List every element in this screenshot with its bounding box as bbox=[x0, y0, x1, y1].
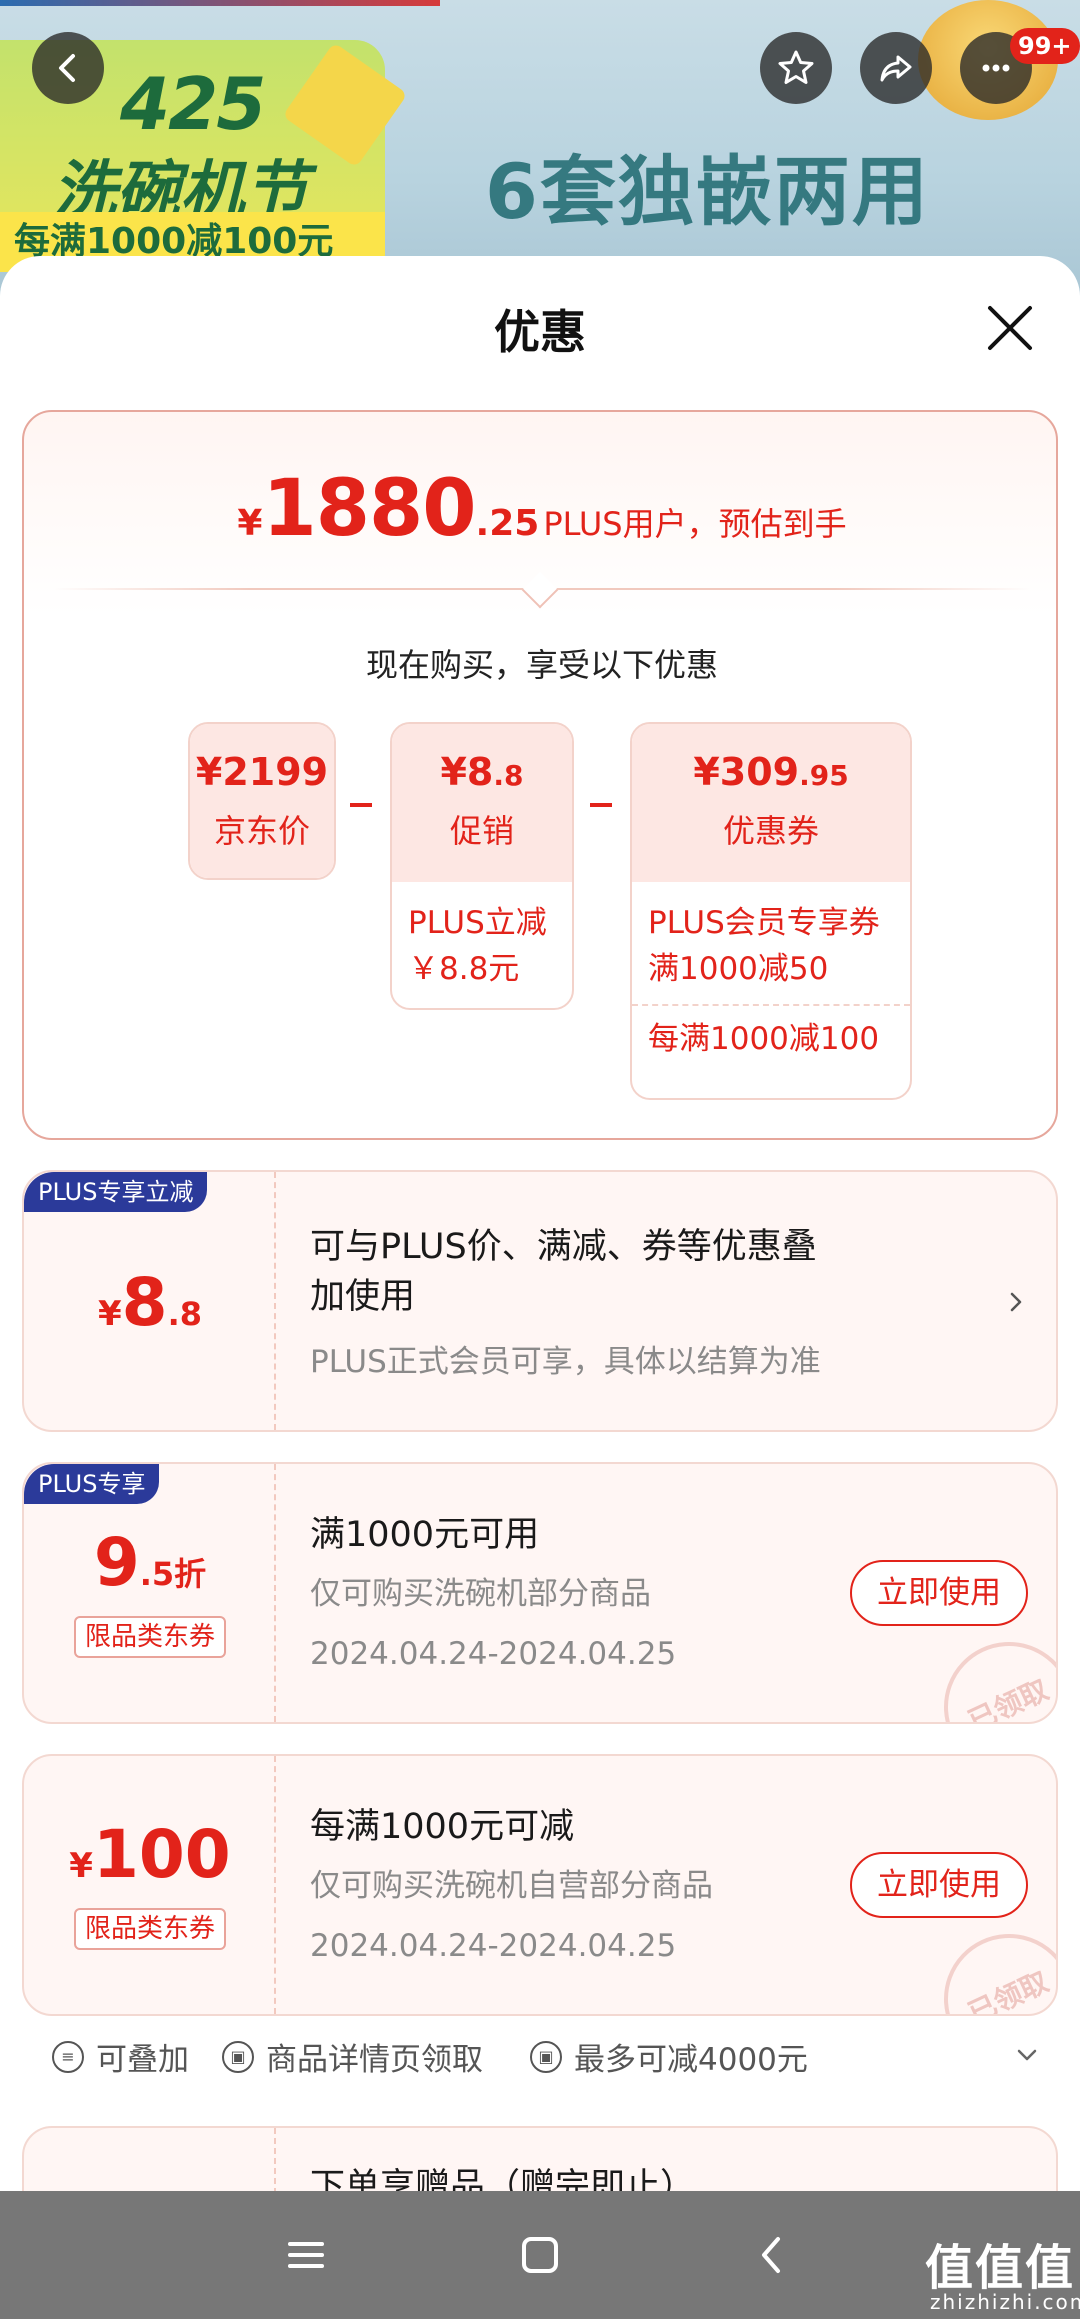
calc-coupon: ¥309.95 优惠券 PLUS会员专享券 满1000减50 每满1000减10… bbox=[630, 722, 912, 1100]
coupon-type-tag: 限品类东券 bbox=[74, 1616, 226, 1658]
offer-desc: PLUS正式会员可享，具体以结算为准 bbox=[310, 1344, 821, 1380]
perk-label: 可叠加 bbox=[96, 2042, 189, 2078]
offer-date: 2024.04.24-2024.04.25 bbox=[310, 1636, 677, 1672]
divider-notch bbox=[521, 571, 559, 609]
watermark-url: zhizhizhi.com bbox=[930, 2290, 1080, 2314]
event-number: 425 bbox=[120, 62, 266, 146]
price-note: PLUS用户，预估到手 bbox=[543, 505, 847, 543]
price-decimal: .25 bbox=[475, 503, 540, 544]
offer-tag: PLUS专享立减 bbox=[24, 1172, 208, 1212]
calc-label: 促销 bbox=[449, 812, 514, 850]
perk-max-discount: ▣ 最多可减4000元 bbox=[530, 2034, 808, 2079]
offer-amount: 9.5折 bbox=[24, 1524, 276, 1601]
offer-title-cont: 加使用 bbox=[310, 1277, 416, 1317]
chevron-right-icon[interactable] bbox=[1004, 1290, 1028, 1314]
favorite-button[interactable] bbox=[760, 32, 832, 104]
calc-promotion: ¥8.8 促销 PLUS立减 ￥8.8元 bbox=[390, 722, 574, 1010]
calc-detail: PLUS立减 ￥8.8元 bbox=[408, 905, 547, 987]
calc-label: 优惠券 bbox=[722, 812, 819, 850]
perk-label: 商品详情页领取 bbox=[266, 2042, 483, 2078]
amount-suffix: .8 bbox=[167, 1295, 203, 1333]
top-stripe bbox=[0, 0, 440, 6]
back-icon[interactable] bbox=[748, 2231, 796, 2279]
amount-main: 9 bbox=[93, 1524, 140, 1601]
price-integer: 1880 bbox=[262, 464, 476, 554]
more-dots-icon bbox=[982, 64, 1010, 72]
back-button[interactable] bbox=[32, 32, 104, 104]
offer-amount: ¥100 bbox=[24, 1816, 276, 1893]
offer-amount-panel bbox=[24, 2128, 276, 2191]
offer-desc: 仅可购买洗碗机部分商品 bbox=[310, 1576, 651, 1612]
calc-jd-price: ¥2199 京东价 bbox=[188, 722, 336, 880]
amount-main: 100 bbox=[92, 1816, 231, 1893]
chevron-down-icon[interactable] bbox=[1014, 2042, 1040, 2068]
offer-card-discount-rate: PLUS专享 9.5折 限品类东券 满1000元可用 仅可购买洗碗机部分商品 2… bbox=[22, 1462, 1058, 1724]
star-icon bbox=[778, 50, 814, 84]
ticket-icon: ▣ bbox=[222, 2040, 254, 2073]
offer-tag: PLUS专享 bbox=[24, 1464, 160, 1504]
offer-desc: 仅可购买洗碗机自营部分商品 bbox=[310, 1868, 713, 1904]
stack-icon: ≡ bbox=[52, 2040, 84, 2073]
amount-suffix: .5折 bbox=[139, 1555, 207, 1593]
amount-main: 8 bbox=[121, 1264, 168, 1341]
offer-amount: ¥8.8 bbox=[24, 1264, 276, 1341]
offer-card-gift[interactable]: 下单享赠品（赠完即止） bbox=[22, 2126, 1058, 2191]
offer-title: 可与PLUS价、满减、券等优惠叠 bbox=[310, 1227, 817, 1267]
received-stamp: 已领取 bbox=[922, 1620, 1056, 1722]
offer-date: 2024.04.24-2024.04.25 bbox=[310, 1928, 677, 1964]
perk-claim-location: ▣ 商品详情页领取 bbox=[222, 2034, 483, 2079]
sheet-title: 优惠 bbox=[494, 305, 586, 359]
recent-apps-icon[interactable] bbox=[282, 2231, 330, 2279]
home-icon[interactable] bbox=[516, 2231, 564, 2279]
price-summary: ¥1880.25 PLUS用户，预估到手 现在购买，享受以下优惠 ¥2199 京东… bbox=[22, 410, 1058, 1140]
offer-card-plus-discount[interactable]: PLUS专享立减 ¥8.8 可与PLUS价、满减、券等优惠叠 加使用 PLUS正… bbox=[22, 1170, 1058, 1432]
calc-amount: ¥309 bbox=[693, 750, 800, 794]
currency-symbol: ¥ bbox=[97, 1294, 122, 1334]
calc-detail: PLUS会员专享券 满1000减50 bbox=[648, 905, 880, 987]
currency-symbol: ¥ bbox=[237, 503, 263, 544]
buy-now-text: 现在购买，享受以下优惠 bbox=[365, 646, 718, 684]
watermark-logo: 值值值 bbox=[925, 2240, 1076, 2296]
minus-sign bbox=[590, 803, 612, 807]
chevron-left-icon bbox=[59, 54, 75, 82]
share-icon bbox=[880, 55, 912, 82]
use-now-button[interactable]: 立即使用 bbox=[850, 1852, 1028, 1918]
calc-label: 京东价 bbox=[213, 812, 310, 850]
coupon-type-tag: 限品类东券 bbox=[74, 1908, 226, 1950]
perk-stackable: ≡ 可叠加 bbox=[52, 2034, 189, 2079]
calc-amount: ¥2199 bbox=[195, 750, 329, 794]
offer-card-coupon-100: ¥100 限品类东券 每满1000元可减 仅可购买洗碗机自营部分商品 2024.… bbox=[22, 1754, 1058, 2016]
share-button[interactable] bbox=[860, 32, 932, 104]
calc-detail: 每满1000减100 bbox=[648, 1021, 880, 1057]
use-now-button[interactable]: 立即使用 bbox=[850, 1560, 1028, 1626]
offer-title: 每满1000元可减 bbox=[310, 1807, 575, 1847]
currency-symbol: ¥ bbox=[69, 1846, 93, 1886]
notification-badge: 99+ bbox=[1010, 28, 1080, 64]
minus-sign bbox=[350, 803, 372, 807]
close-icon[interactable] bbox=[980, 298, 1040, 358]
coupon-perks[interactable]: ≡ 可叠加 ▣ 商品详情页领取 ▣ 最多可减4000元 bbox=[22, 2016, 1058, 2096]
discount-sheet: 优惠 ¥1880.25 PLUS用户，预估到手 现在购买，享受以下优惠 ¥2199… bbox=[0, 256, 1080, 2191]
product-headline: 6套独嵌两用 bbox=[485, 147, 930, 236]
offer-title: 满1000元可用 bbox=[310, 1515, 540, 1555]
estimated-price: ¥1880.25 PLUS用户，预估到手 bbox=[24, 464, 1060, 554]
perk-label: 最多可减4000元 bbox=[574, 2042, 808, 2078]
ticket-icon: ▣ bbox=[530, 2040, 562, 2073]
received-stamp: 已领取 bbox=[922, 1912, 1056, 2014]
calc-amount-decimal: .95 bbox=[799, 759, 849, 792]
offer-title: 下单享赠品（赠完即止） bbox=[310, 2167, 696, 2191]
calc-amount-decimal: .8 bbox=[493, 759, 524, 792]
calc-amount: ¥8 bbox=[440, 750, 494, 794]
